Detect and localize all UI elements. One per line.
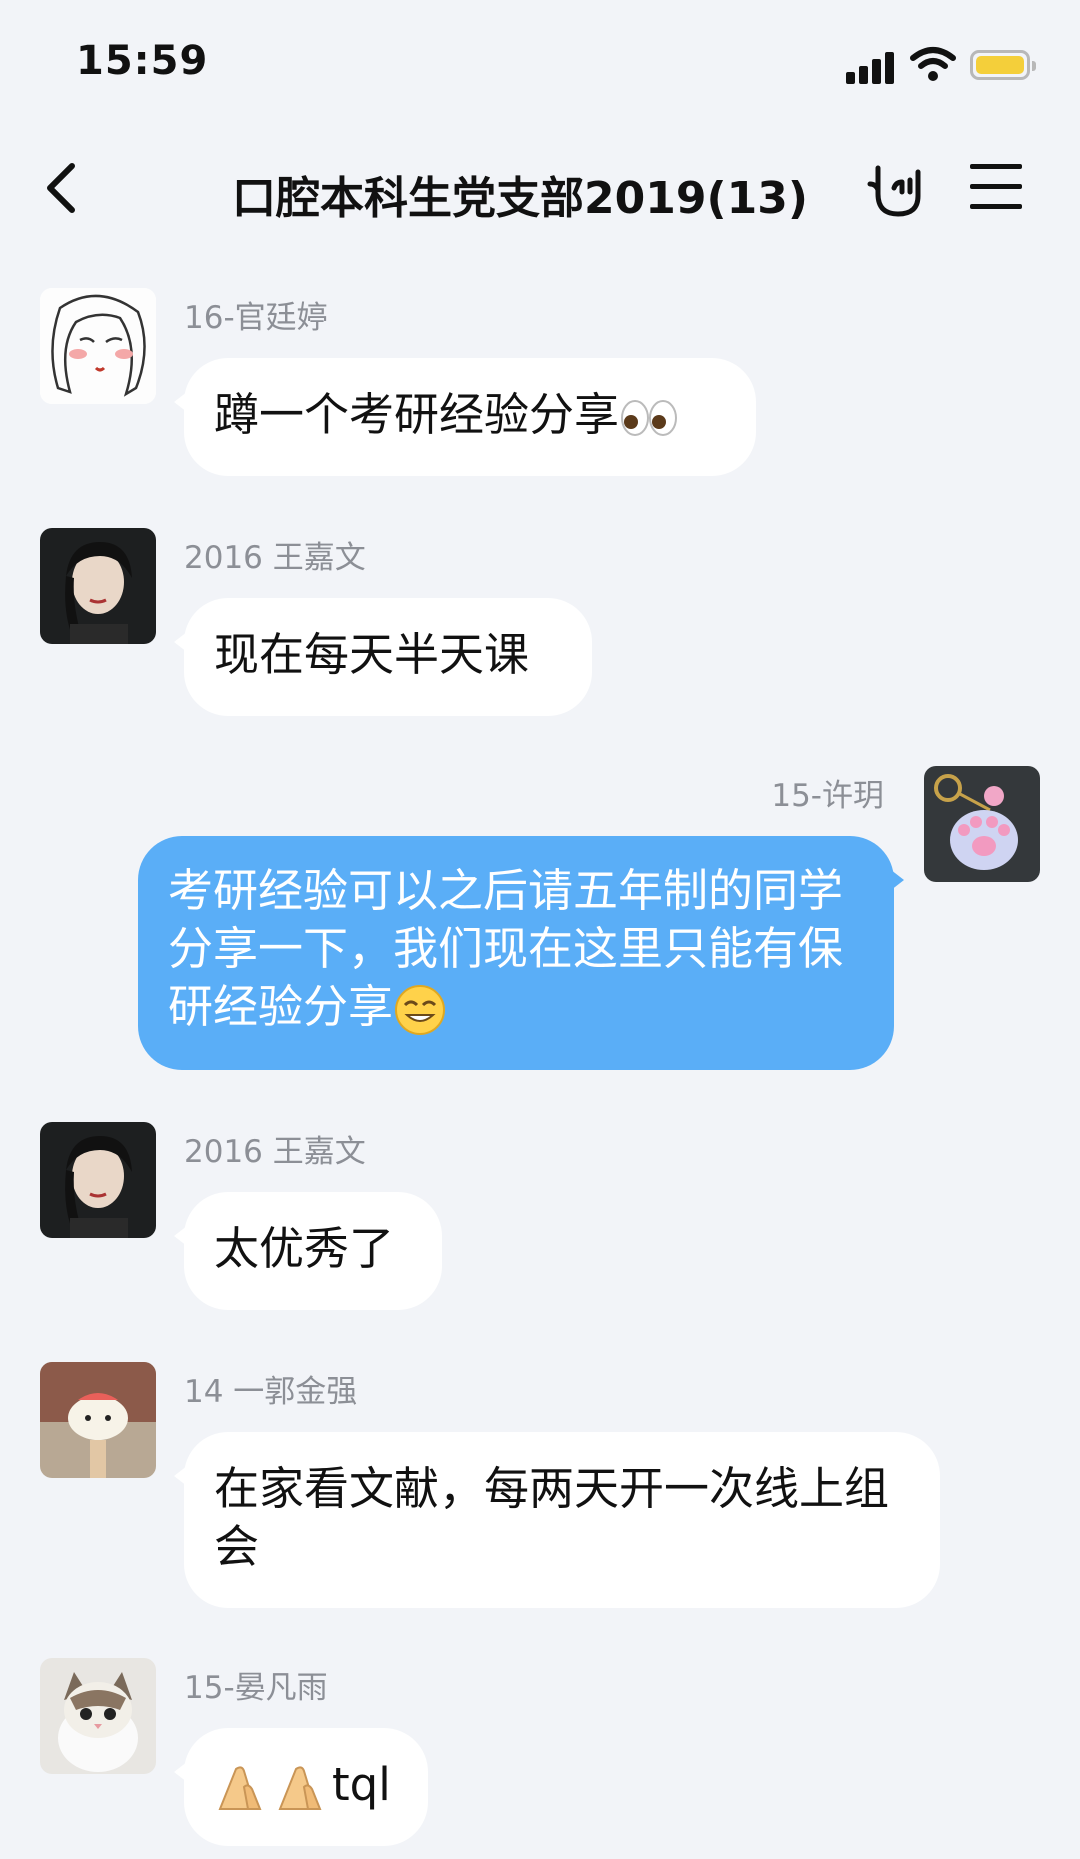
- battery-icon: [970, 50, 1036, 80]
- message-bubble[interactable]: 现在每天半天课: [174, 598, 592, 716]
- back-arrow-icon[interactable]: [38, 158, 88, 218]
- clap-hands-emoji: [218, 1766, 322, 1810]
- message-bubble[interactable]: tql: [174, 1728, 428, 1846]
- chat-header: 口腔本科生党支部2019(13): [0, 140, 1080, 240]
- sender-name: 16-官廷婷: [184, 300, 328, 336]
- message-text: tql: [332, 1758, 391, 1811]
- grin-emoji: [395, 985, 446, 1035]
- message-text: 考研经验可以之后请五年制的同学分享一下，我们现在这里只能有保研经验分享: [168, 864, 844, 1033]
- message-bubble[interactable]: 考研经验可以之后请五年制的同学分享一下，我们现在这里只能有保研经验分享: [138, 836, 904, 1070]
- message-bubble[interactable]: 太优秀了: [174, 1192, 442, 1310]
- avatar[interactable]: [40, 288, 156, 404]
- wifi-icon: [910, 47, 956, 81]
- avatar[interactable]: [40, 1658, 156, 1774]
- status-time: 15:59: [76, 38, 209, 84]
- message-text: 太优秀了: [214, 1222, 395, 1275]
- message-text: 在家看文献，每两天开一次线上组会: [214, 1462, 890, 1573]
- chat-title: 口腔本科生党支部2019(13): [232, 173, 808, 224]
- message-bubble[interactable]: 在家看文献，每两天开一次线上组会: [174, 1432, 940, 1608]
- sender-name: 14 一郭金强: [184, 1374, 358, 1410]
- rock-hand-gesture-icon[interactable]: [866, 158, 928, 220]
- menu-icon[interactable]: [970, 162, 1022, 212]
- sender-name: 15-晏凡雨: [184, 1670, 328, 1706]
- message-text: 现在每天半天课: [214, 628, 530, 681]
- avatar[interactable]: [924, 766, 1040, 882]
- sender-name: 2016 王嘉文: [184, 540, 366, 576]
- status-bar: 15:59: [0, 0, 1080, 130]
- eyes-emoji: [621, 400, 678, 436]
- sender-name: 2016 王嘉文: [184, 1134, 366, 1170]
- avatar[interactable]: [40, 528, 156, 644]
- avatar[interactable]: [40, 1122, 156, 1238]
- cellular-signal-icon: [846, 50, 898, 84]
- avatar[interactable]: [40, 1362, 156, 1478]
- message-text: 蹲一个考研经验分享: [214, 388, 620, 441]
- sender-name: 15-许玥: [771, 778, 884, 814]
- message-bubble[interactable]: 蹲一个考研经验分享: [174, 358, 756, 476]
